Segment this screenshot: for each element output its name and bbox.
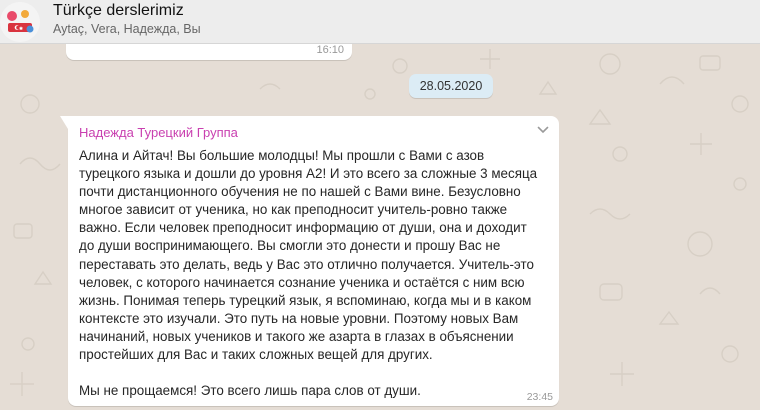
previous-message-bubble[interactable]: 16:10 [66, 44, 352, 60]
chat-header[interactable]: Türkçe derslerimiz Aytaç, Vera, Надежда,… [0, 0, 760, 44]
message-text: Алина и Айтач! Вы большие молодцы! Мы пр… [79, 148, 538, 399]
group-avatar-image [0, 2, 40, 42]
chevron-down-icon[interactable] [535, 122, 551, 138]
chat-members: Aytaç, Vera, Надежда, Вы [53, 22, 201, 36]
date-separator: 28.05.2020 [409, 74, 493, 98]
bubble-tail [60, 116, 68, 129]
group-avatar[interactable] [0, 2, 40, 42]
chat-title: Türkçe derslerimiz [53, 2, 184, 19]
message-time: 23:45 [526, 391, 553, 403]
message-sender[interactable]: Надежда Турецкий Группа [79, 124, 549, 142]
message-bubble[interactable]: Надежда Турецкий Группа Алина и Айтач! В… [60, 116, 559, 406]
previous-message-time: 16:10 [316, 44, 344, 56]
chat-area[interactable]: 16:10 28.05.2020 Надежда Турецкий Группа… [0, 44, 760, 410]
